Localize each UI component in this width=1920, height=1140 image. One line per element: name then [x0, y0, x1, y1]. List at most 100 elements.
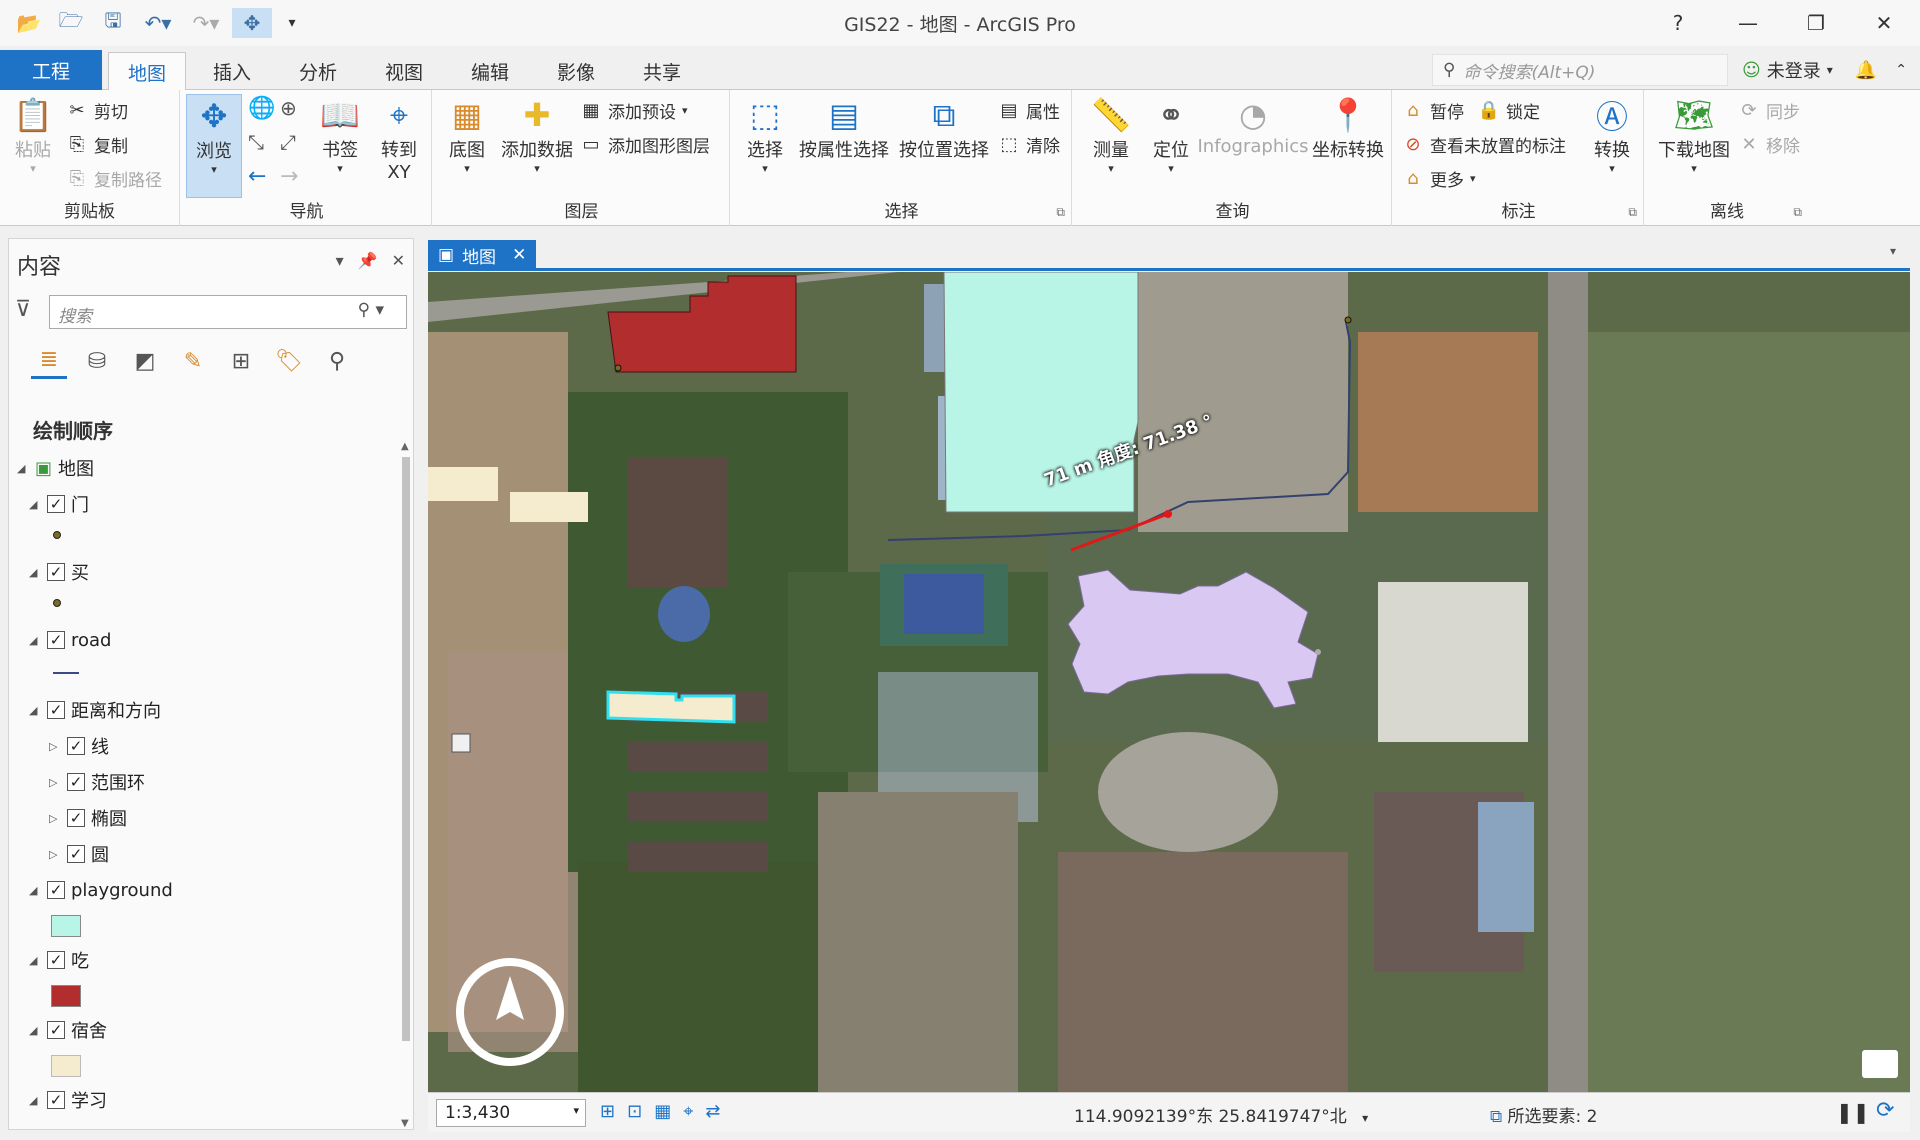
list-by-editing-icon[interactable]: ✎ — [175, 343, 211, 379]
visibility-checkbox[interactable]: ✓ — [67, 845, 85, 863]
view-menu-icon[interactable]: ▾ — [1890, 244, 1896, 258]
dialog-launcher-icon[interactable]: ⧉ — [1793, 205, 1802, 220]
visibility-checkbox[interactable]: ✓ — [47, 563, 65, 581]
add-graphics-layer-button[interactable]: ▭ 添加图形图层 — [580, 132, 710, 157]
visibility-checkbox[interactable]: ✓ — [67, 773, 85, 791]
convert-labels-button[interactable]: Ⓐ 转换 ▾ — [1584, 94, 1640, 175]
dialog-launcher-icon[interactable]: ⧉ — [1628, 205, 1637, 220]
list-by-source-icon[interactable]: ⛁ — [79, 343, 115, 379]
list-by-labeling-icon[interactable]: 🏷 — [271, 343, 307, 379]
previous-extent-icon[interactable]: ← — [248, 164, 266, 189]
scrollbar-thumb[interactable] — [402, 457, 410, 1041]
map-canvas[interactable]: 71 m 角度: 71.38 ° — [428, 272, 1910, 1092]
scroll-up-icon[interactable]: ▲ — [401, 441, 409, 452]
pin-icon[interactable]: 📌 — [358, 251, 378, 270]
minimize-button[interactable]: — — [1724, 6, 1772, 40]
collapse-icon[interactable]: ◢ — [29, 498, 41, 511]
pane-menu-icon[interactable]: ▾ — [336, 251, 344, 270]
list-by-perspective-icon[interactable]: ⚲ — [319, 343, 355, 379]
layer-row-buy[interactable]: ◢ ✓ 买 — [29, 559, 89, 585]
more-labeling-button[interactable]: ⌂ 更多 ▾ — [1402, 166, 1475, 191]
help-button[interactable]: ? — [1654, 6, 1702, 40]
layer-row-gate[interactable]: ◢ ✓ 门 — [29, 491, 89, 517]
list-by-selection-icon[interactable]: ◩ — [127, 343, 163, 379]
goto-xy-button[interactable]: ⌖ 转到 XY — [372, 94, 426, 184]
pause-drawing-icon[interactable]: ❚❚ — [1836, 1100, 1870, 1124]
bookmarks-button[interactable]: 📖 书签 ▾ — [314, 94, 366, 175]
expand-icon[interactable]: ▷ — [49, 776, 61, 789]
layer-row-circle[interactable]: ▷ ✓ 圆 — [49, 841, 109, 867]
coordinate-conversion-button[interactable]: 📍 坐标转换 — [1306, 94, 1390, 162]
select-button[interactable]: ⬚ 选择 ▾ — [738, 94, 792, 175]
lock-extent-icon[interactable]: ⇄ — [705, 1101, 720, 1122]
attribution-icon[interactable] — [1862, 1050, 1898, 1078]
add-preset-button[interactable]: ▦ 添加预设 ▾ — [580, 98, 687, 123]
layer-row-range-rings[interactable]: ▷ ✓ 范围环 — [49, 769, 145, 795]
filter-icon[interactable]: ⊽ — [15, 297, 31, 322]
command-search-input[interactable]: ⚲ 命令搜索(Alt+Q) — [1432, 54, 1728, 86]
fixed-zoom-in-icon[interactable]: ⤡ — [248, 130, 264, 154]
expand-icon[interactable]: ▷ — [49, 812, 61, 825]
pause-labels-button[interactable]: ⌂ 暂停 — [1402, 98, 1464, 123]
list-by-snapping-icon[interactable]: ⊞ — [223, 343, 259, 379]
restore-button[interactable]: ❐ — [1792, 6, 1840, 40]
tab-insert[interactable]: 插入 — [196, 52, 268, 90]
copy-path-button[interactable]: ⎘ 复制路径 — [66, 166, 162, 191]
table-icon[interactable]: ▦ — [654, 1101, 671, 1122]
copy-button[interactable]: ⎘ 复制 — [66, 132, 128, 157]
tab-share[interactable]: 共享 — [626, 52, 698, 90]
collapse-icon[interactable]: ◢ — [29, 634, 41, 647]
visibility-checkbox[interactable]: ✓ — [67, 737, 85, 755]
contents-scrollbar[interactable]: ▲ ▼ — [401, 441, 411, 1129]
layer-row-ellipse[interactable]: ▷ ✓ 椭圆 — [49, 805, 127, 831]
collapse-navigator-button[interactable] — [451, 733, 471, 753]
layer-row-eat[interactable]: ◢ ✓ 吃 — [29, 947, 89, 973]
visibility-checkbox[interactable]: ✓ — [47, 701, 65, 719]
add-data-button[interactable]: ✚ 添加数据 ▾ — [496, 94, 578, 175]
contents-search-input[interactable]: 搜索 ⚲ ▾ — [49, 295, 407, 329]
close-tab-icon[interactable]: ✕ — [512, 245, 526, 265]
close-button[interactable]: ✕ — [1860, 6, 1908, 40]
layer-row-distance-direction[interactable]: ◢ ✓ 距离和方向 — [29, 697, 161, 723]
expand-icon[interactable]: ▷ — [49, 848, 61, 861]
visibility-checkbox[interactable]: ✓ — [47, 631, 65, 649]
refresh-icon[interactable]: ⟳ — [1876, 1098, 1894, 1123]
visibility-checkbox[interactable]: ✓ — [47, 951, 65, 969]
cut-button[interactable]: ✂ 剪切 — [66, 98, 128, 123]
map-view-tab[interactable]: ▣ 地图 ✕ — [428, 240, 536, 270]
collapse-icon[interactable]: ◢ — [29, 1094, 41, 1107]
lock-labels-button[interactable]: 🔒 锁定 — [1478, 98, 1540, 123]
layer-row-playground[interactable]: ◢ ✓ playground — [29, 877, 173, 903]
collapse-icon[interactable]: ◢ — [29, 1024, 41, 1037]
locate-button[interactable]: ⚭ 定位 ▾ — [1142, 94, 1200, 175]
tab-project[interactable]: 工程 — [0, 50, 102, 90]
clear-selection-button[interactable]: ⬚ 清除 — [998, 132, 1060, 157]
chevron-down-icon[interactable]: ▾ — [1362, 1111, 1368, 1125]
gate-point[interactable] — [614, 364, 622, 372]
grid-toggle-icon[interactable]: ⊞ — [600, 1101, 615, 1122]
layer-row-dorm[interactable]: ◢ ✓ 宿舍 — [29, 1017, 107, 1043]
view-unplaced-labels-button[interactable]: ⊘ 查看未放置的标注 — [1402, 132, 1566, 157]
basemap-button[interactable]: ▦ 底图 ▾ — [438, 94, 496, 175]
close-pane-icon[interactable]: ✕ — [392, 251, 405, 270]
tab-edit[interactable]: 编辑 — [454, 52, 526, 90]
visibility-checkbox[interactable]: ✓ — [67, 809, 85, 827]
crosshair-icon[interactable]: ⌖ — [683, 1101, 693, 1122]
selected-features[interactable]: ⧉ 所选要素: 2 — [1490, 1102, 1598, 1127]
tab-view[interactable]: 视图 — [368, 52, 440, 90]
list-by-drawing-order-icon[interactable]: ≣ — [31, 343, 67, 379]
full-extent-icon[interactable]: 🌐 — [248, 96, 275, 121]
explore-button[interactable]: ✥ 浏览 ▾ — [186, 94, 242, 198]
collapse-icon[interactable]: ◢ — [29, 954, 41, 967]
visibility-checkbox[interactable]: ✓ — [47, 881, 65, 899]
playground-polygon[interactable] — [943, 272, 1139, 513]
notification-icon[interactable]: 🔔 — [1855, 60, 1877, 81]
tab-map[interactable]: 地图 — [108, 52, 186, 92]
tab-analysis[interactable]: 分析 — [282, 52, 354, 90]
dorm-polygon[interactable] — [510, 492, 588, 522]
expand-ribbon-icon[interactable]: ⌃ — [1895, 62, 1907, 78]
visibility-checkbox[interactable]: ✓ — [47, 495, 65, 513]
buy-point[interactable] — [1344, 316, 1352, 324]
layer-row-map[interactable]: ◢ ▣ 地图 — [17, 455, 94, 481]
visibility-checkbox[interactable]: ✓ — [47, 1021, 65, 1039]
